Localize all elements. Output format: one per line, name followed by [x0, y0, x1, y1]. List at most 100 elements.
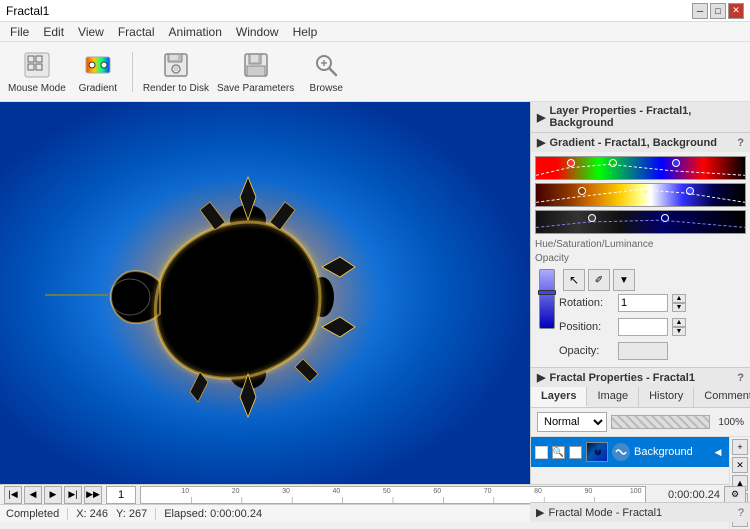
tab-comments[interactable]: Comments	[694, 387, 750, 407]
ruler-mark-100: 100	[630, 488, 642, 495]
hue-sat-label: Hue/Saturation/Luminance	[535, 239, 653, 250]
status-x: X: 246	[76, 508, 108, 520]
layer-properties-header[interactable]: ▶ Layer Properties - Fractal1, Backgroun…	[531, 102, 750, 132]
gradient-section: ▶ Gradient - Fractal1, Background ?	[531, 133, 750, 368]
layer-properties-arrow: ▶	[537, 111, 545, 124]
menu-fractal[interactable]: Fractal	[112, 23, 161, 41]
tool-dropdown-button[interactable]: ▼	[613, 269, 635, 291]
gradient-arrow: ▶	[537, 136, 545, 149]
ruler-mark-70: 70	[484, 488, 492, 495]
opacity-row: Opacity	[535, 252, 746, 265]
position-label: Position:	[559, 321, 614, 333]
menu-animation[interactable]: Animation	[163, 23, 228, 41]
gradient-bar-alpha[interactable]	[535, 210, 746, 234]
position-up-button[interactable]: ▲	[672, 318, 686, 327]
timeline-frame-input[interactable]	[106, 486, 136, 504]
status-sep-2	[155, 508, 156, 520]
save-parameters-icon	[240, 49, 272, 81]
toolbar: Mouse Mode Gradient	[0, 42, 750, 102]
select-tool-button[interactable]: ↖	[563, 269, 585, 291]
gradient-title: Gradient - Fractal1, Background	[549, 137, 716, 149]
layer-color-check[interactable]	[569, 446, 582, 459]
opacity-control-label: Opacity:	[559, 345, 614, 357]
opacity-bar[interactable]	[611, 415, 710, 429]
render-to-disk-icon	[160, 49, 192, 81]
position-down-button[interactable]: ▼	[672, 327, 686, 336]
layer-item-background[interactable]: ✓ 🔍	[531, 437, 729, 467]
timeline-settings-button[interactable]: ⚙	[724, 486, 746, 504]
blend-mode-select[interactable]: Normal	[537, 412, 607, 432]
window-title: Fractal1	[6, 4, 49, 18]
fractal-mode-bar: ▶ Fractal Mode - Fractal1 ?	[530, 502, 750, 522]
timeline-next-button[interactable]: ▶|	[64, 486, 82, 504]
vertical-slider[interactable]	[539, 269, 555, 329]
browse-button[interactable]: Browse	[302, 49, 350, 94]
fractal-properties-header[interactable]: ▶ Fractal Properties - Fractal1 ?	[531, 368, 750, 387]
close-button[interactable]: ✕	[728, 3, 744, 19]
timeline-play-button[interactable]: ▶	[44, 486, 62, 504]
fractal-canvas-area[interactable]	[0, 102, 530, 484]
timeline-ruler[interactable]: 10 20 30 40 50 60 70 80 90 100	[140, 486, 646, 504]
fractal-mode-help[interactable]: ?	[738, 507, 744, 519]
layer-add-button[interactable]: +	[732, 439, 748, 455]
menu-help[interactable]: Help	[287, 23, 324, 41]
gradient-content: Hue/Saturation/Luminance Opacity	[531, 152, 750, 367]
timeline-end-button[interactable]: ▶▶	[84, 486, 102, 504]
menu-view[interactable]: View	[72, 23, 110, 41]
timeline-bar: |◀ ◀ ▶ ▶| ▶▶ 10 20 30 40 50 60 70 80 90 …	[0, 484, 750, 504]
ruler-mark-20: 20	[232, 488, 240, 495]
timeline-start-button[interactable]: |◀	[4, 486, 22, 504]
fractal-properties-title: Fractal Properties - Fractal1	[549, 372, 695, 384]
gradient-bar-main[interactable]	[535, 183, 746, 207]
menu-window[interactable]: Window	[230, 23, 285, 41]
ruler-mark-80: 80	[534, 488, 542, 495]
tab-layers[interactable]: Layers	[531, 387, 587, 407]
opacity-input[interactable]	[618, 342, 668, 360]
ruler-mark-10: 10	[181, 488, 189, 495]
browse-icon	[310, 49, 342, 81]
mouse-mode-icon	[21, 49, 53, 81]
toolbar-separator-1	[132, 52, 133, 92]
layer-delete-button[interactable]: ✕	[732, 457, 748, 473]
rotation-up-button[interactable]: ▲	[672, 294, 686, 303]
layer-visibility-check[interactable]: ✓	[535, 446, 548, 459]
gradient-bar-rgb[interactable]	[535, 156, 746, 180]
minimize-button[interactable]: ─	[692, 3, 708, 19]
gradient-help[interactable]: ?	[737, 137, 744, 149]
rotation-label: Rotation:	[559, 297, 614, 309]
render-to-disk-label: Render to Disk	[143, 83, 209, 94]
layer-name: Background	[634, 446, 707, 458]
window-controls: ─ □ ✕	[692, 3, 744, 19]
timeline-controls: |◀ ◀ ▶ ▶| ▶▶	[4, 486, 102, 504]
ruler-mark-60: 60	[433, 488, 441, 495]
layer-lock-check[interactable]: 🔍	[552, 446, 565, 459]
vertical-slider-container	[539, 269, 555, 329]
gradient-button[interactable]: Gradient	[74, 49, 122, 94]
maximize-button[interactable]: □	[710, 3, 726, 19]
layer-expand-icon[interactable]: ◀	[711, 445, 725, 459]
fractal-properties-arrow: ▶	[537, 371, 545, 384]
position-input[interactable]	[618, 318, 668, 336]
menu-file[interactable]: File	[4, 23, 35, 41]
opacity-label: Opacity	[535, 253, 569, 264]
position-spinner: ▲ ▼	[672, 318, 686, 336]
save-parameters-label: Save Parameters	[217, 83, 294, 94]
fractal-properties-help[interactable]: ?	[737, 372, 744, 384]
menu-edit[interactable]: Edit	[37, 23, 70, 41]
gradient-label: Gradient	[79, 83, 117, 94]
tab-image[interactable]: Image	[587, 387, 639, 407]
save-parameters-button[interactable]: Save Parameters	[217, 49, 294, 94]
eyedropper-button[interactable]: ✐	[588, 269, 610, 291]
tab-history[interactable]: History	[639, 387, 694, 407]
render-to-disk-button[interactable]: Render to Disk	[143, 49, 209, 94]
fractal-mode-title: Fractal Mode - Fractal1	[548, 507, 662, 519]
rotation-position-panel: ↖ ✐ ▼ Rotation: ▲ ▼	[559, 269, 746, 363]
ruler-mark-90: 90	[585, 488, 593, 495]
rotation-down-button[interactable]: ▼	[672, 303, 686, 312]
timeline-prev-button[interactable]: ◀	[24, 486, 42, 504]
gradient-header[interactable]: ▶ Gradient - Fractal1, Background ?	[531, 133, 750, 152]
status-elapsed: Elapsed: 0:00:00.24	[164, 508, 262, 520]
mouse-mode-button[interactable]: Mouse Mode	[8, 49, 66, 94]
rotation-input[interactable]	[618, 294, 668, 312]
ruler-mark-50: 50	[383, 488, 391, 495]
